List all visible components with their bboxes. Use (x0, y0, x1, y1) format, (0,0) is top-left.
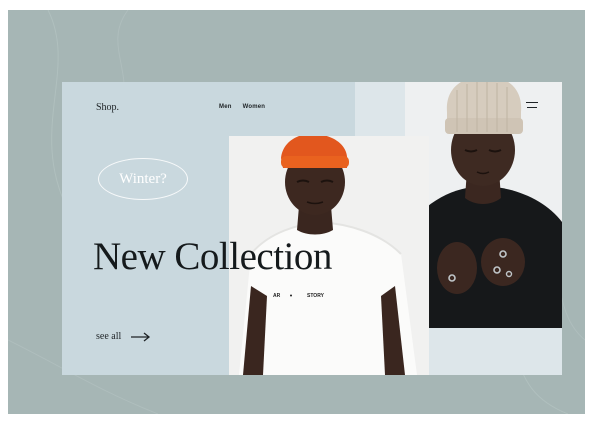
nav-women[interactable]: Women (243, 104, 266, 110)
hamburger-menu-icon[interactable] (526, 102, 538, 110)
tshirt-print-right: STORY (307, 293, 325, 299)
arrow-right-icon (131, 331, 151, 342)
backdrop: AR STORY Shop. Men Women Winter? New Col… (8, 10, 585, 414)
shop-logo[interactable]: Shop. (96, 102, 119, 113)
see-all-link[interactable]: see all (96, 331, 151, 342)
main-nav: Men Women (219, 104, 265, 110)
headline: New Collection (93, 235, 332, 278)
nav-men[interactable]: Men (219, 104, 232, 110)
see-all-label: see all (96, 331, 122, 342)
tshirt-print-left: AR (273, 293, 281, 299)
hero-card: AR STORY Shop. Men Women Winter? New Col… (62, 82, 562, 375)
winter-tag: Winter? (98, 158, 188, 200)
